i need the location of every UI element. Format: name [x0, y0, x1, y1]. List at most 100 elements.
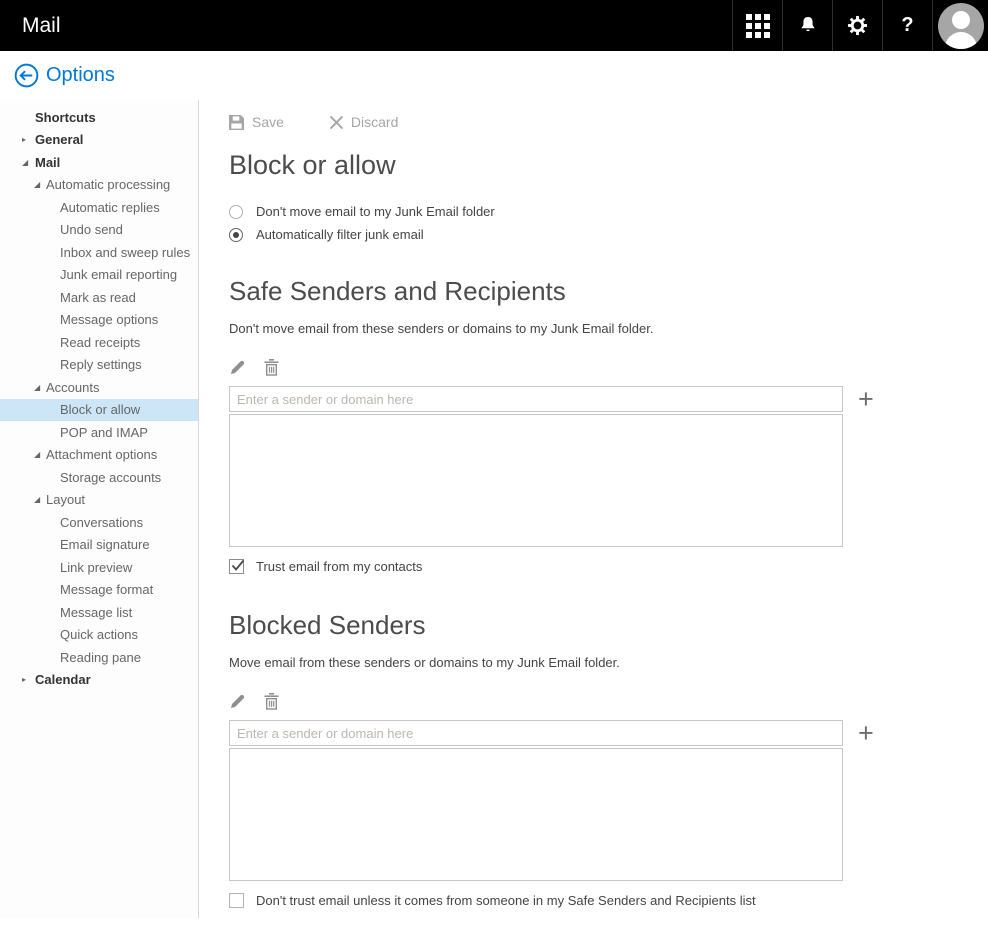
delete-button[interactable] — [264, 693, 279, 710]
sidebar-item-general[interactable]: ▸ General — [0, 129, 198, 152]
safe-senders-description: Don't move email from these senders or d… — [229, 321, 988, 336]
safe-senders-entry-row: + — [229, 386, 988, 412]
sidebar-item-label: Message options — [60, 312, 158, 327]
sidebar-item-link-preview[interactable]: Link preview — [0, 556, 198, 579]
radio-button[interactable] — [229, 228, 243, 242]
chevron-collapsed-icon[interactable]: ▸ — [22, 675, 26, 684]
sidebar-item-label: Quick actions — [60, 627, 138, 642]
radio-label: Automatically filter junk email — [256, 227, 424, 242]
chevron-collapsed-icon[interactable]: ▸ — [22, 135, 26, 144]
checkbox[interactable] — [229, 893, 244, 908]
help-button[interactable]: ? — [882, 0, 932, 51]
trash-icon — [264, 693, 279, 710]
app-launcher-button[interactable] — [732, 0, 782, 51]
blocked-sender-input[interactable] — [229, 720, 843, 746]
sidebar-nav: Shortcuts▸General◢Mail◢Automatic process… — [0, 100, 199, 918]
sidebar-item-undo-send[interactable]: Undo send — [0, 219, 198, 242]
add-blocked-sender-button[interactable]: + — [858, 720, 874, 746]
back-arrow-icon — [14, 63, 39, 88]
add-safe-sender-button[interactable]: + — [858, 386, 874, 412]
checkbox-label: Trust email from my contacts — [256, 559, 422, 574]
notifications-button[interactable] — [782, 0, 832, 51]
sidebar-item-reply-settings[interactable]: Reply settings — [0, 354, 198, 377]
sidebar-item-label: Calendar — [35, 672, 91, 687]
safe-senders-list[interactable] — [229, 414, 843, 547]
avatar — [938, 3, 984, 49]
top-bar: Mail ? — [0, 0, 988, 51]
safe-senders-title: Safe Senders and Recipients — [229, 276, 988, 307]
sidebar-item-message-format[interactable]: Message format — [0, 579, 198, 602]
pencil-icon — [229, 359, 246, 376]
sidebar-item-storage-accounts[interactable]: Storage accounts — [0, 466, 198, 489]
discard-button[interactable]: Discard — [330, 114, 398, 130]
chevron-expanded-icon[interactable]: ◢ — [34, 180, 40, 189]
sidebar-item-message-options[interactable]: Message options — [0, 309, 198, 332]
pencil-icon — [229, 693, 246, 710]
bell-icon — [798, 16, 818, 36]
sidebar-item-read-receipts[interactable]: Read receipts — [0, 331, 198, 354]
sidebar-item-label: Mark as read — [60, 290, 136, 305]
chevron-expanded-icon[interactable]: ◢ — [34, 383, 40, 392]
sidebar-item-label: Read receipts — [60, 335, 140, 350]
sidebar-item-label: Reading pane — [60, 650, 141, 665]
sidebar-item-layout[interactable]: ◢Layout — [0, 489, 198, 512]
blocked-senders-actions — [229, 693, 988, 710]
sidebar-item-label: General — [35, 132, 83, 147]
sidebar-item-automatic-replies[interactable]: Automatic replies — [0, 196, 198, 219]
edit-button[interactable] — [229, 359, 246, 376]
dont-trust-checkbox-row[interactable]: Don't trust email unless it comes from s… — [229, 893, 988, 908]
sidebar-item-mark-as-read[interactable]: Mark as read — [0, 286, 198, 309]
trust-contacts-checkbox-row[interactable]: Trust email from my contacts — [229, 559, 988, 574]
sidebar-item-pop-and-imap[interactable]: POP and IMAP — [0, 421, 198, 444]
sidebar-item-label: Automatic processing — [46, 177, 170, 192]
gear-icon — [847, 15, 868, 36]
radio-dont-move-junk[interactable]: Don't move email to my Junk Email folder — [229, 204, 988, 219]
blocked-senders-title: Blocked Senders — [229, 610, 988, 641]
sidebar-item-message-list[interactable]: Message list — [0, 601, 198, 624]
sidebar-item-inbox-and-sweep-rules[interactable]: Inbox and sweep rules — [0, 241, 198, 264]
radio-label: Don't move email to my Junk Email folder — [256, 204, 495, 219]
checkmark-icon — [231, 559, 245, 572]
sidebar-item-attachment-options[interactable]: ◢Attachment options — [0, 444, 198, 467]
settings-button[interactable] — [832, 0, 882, 51]
chevron-expanded-icon[interactable]: ◢ — [34, 495, 40, 504]
sidebar-item-label: Undo send — [60, 222, 123, 237]
sidebar-item-mail[interactable]: ◢Mail — [0, 151, 198, 174]
sidebar-item-block-or-allow[interactable]: Block or allow — [0, 399, 198, 422]
back-link-label: Options — [46, 64, 115, 87]
sidebar-item-shortcuts[interactable]: Shortcuts — [0, 106, 198, 129]
junk-filter-radio-group: Don't move email to my Junk Email folder… — [229, 204, 988, 242]
chevron-expanded-icon[interactable]: ◢ — [34, 450, 40, 459]
radio-auto-filter-junk[interactable]: Automatically filter junk email — [229, 227, 988, 242]
sidebar-item-label: Message format — [60, 582, 153, 597]
page-title: Block or allow — [229, 150, 988, 181]
chevron-expanded-icon[interactable]: ◢ — [22, 158, 28, 167]
sidebar-item-label: Shortcuts — [35, 110, 96, 125]
checkbox[interactable] — [229, 559, 244, 574]
delete-button[interactable] — [264, 359, 279, 376]
sidebar-item-email-signature[interactable]: Email signature — [0, 534, 198, 557]
edit-button[interactable] — [229, 693, 246, 710]
save-button[interactable]: Save — [229, 114, 284, 130]
sidebar-item-conversations[interactable]: Conversations — [0, 511, 198, 534]
radio-button[interactable] — [229, 205, 243, 219]
sidebar-item-calendar[interactable]: ▸ Calendar — [0, 669, 198, 692]
sidebar-item-automatic-processing[interactable]: ◢ Automatic processing — [0, 174, 198, 197]
sidebar-item-junk-email-reporting[interactable]: Junk email reporting — [0, 264, 198, 287]
checkbox-label: Don't trust email unless it comes from s… — [256, 893, 756, 908]
safe-senders-actions — [229, 359, 988, 376]
app-title: Mail — [0, 0, 732, 51]
sidebar-item-label: Block or allow — [60, 402, 140, 417]
back-to-options-link[interactable]: Options — [0, 51, 988, 100]
account-button[interactable] — [932, 0, 988, 51]
sidebar-item-quick-actions[interactable]: Quick actions — [0, 624, 198, 647]
sidebar-item-reading-pane[interactable]: Reading pane — [0, 646, 198, 669]
app-launcher-icon — [746, 14, 770, 38]
blocked-senders-list[interactable] — [229, 748, 843, 881]
blocked-senders-description: Move email from these senders or domains… — [229, 655, 988, 670]
safe-sender-input[interactable] — [229, 386, 843, 412]
sidebar-item-label: Accounts — [46, 380, 99, 395]
save-icon — [229, 115, 244, 130]
sidebar-item-accounts[interactable]: ◢ Accounts — [0, 376, 198, 399]
sidebar-item-label: Reply settings — [60, 357, 142, 372]
